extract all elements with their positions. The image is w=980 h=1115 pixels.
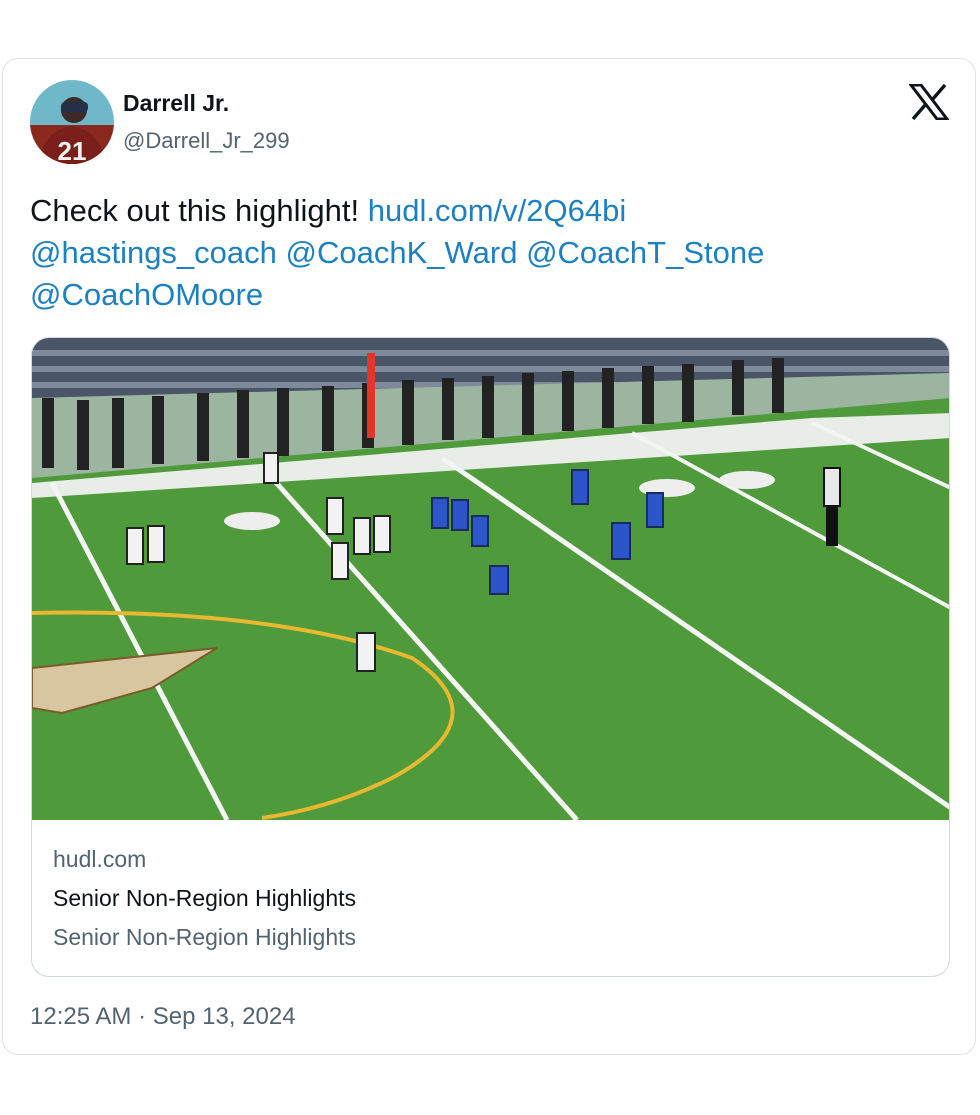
link-preview-card[interactable]: hudl.com Senior Non-Region Highlights Se… bbox=[31, 337, 950, 977]
timestamp-separator: · bbox=[138, 1003, 147, 1030]
mention-link[interactable]: @CoachOMoore bbox=[30, 277, 263, 312]
tweet-text: Check out this highlight! hudl.com/v/2Q6… bbox=[30, 190, 950, 316]
author-handle[interactable]: @Darrell_Jr_299 bbox=[123, 128, 290, 154]
tweet-time: 12:25 AM bbox=[30, 1003, 132, 1030]
mention-link[interactable]: @CoachK_Ward bbox=[286, 235, 518, 270]
mention-link[interactable]: @hastings_coach bbox=[30, 235, 277, 270]
link-domain: hudl.com bbox=[53, 846, 147, 872]
link-description: Senior Non-Region Highlights bbox=[53, 924, 356, 950]
avatar[interactable]: 21 bbox=[30, 80, 114, 164]
tweet-link[interactable]: hudl.com/v/2Q64bi bbox=[368, 193, 626, 228]
x-logo-icon[interactable] bbox=[907, 83, 951, 121]
tweet-timestamp[interactable]: 12:25 AM · Sep 13, 2024 bbox=[30, 1003, 296, 1031]
football-field-image[interactable] bbox=[32, 338, 950, 820]
tweet-body: Check out this highlight! bbox=[30, 193, 360, 228]
tweet-date: Sep 13, 2024 bbox=[152, 1003, 296, 1030]
mention-link[interactable]: @CoachT_Stone bbox=[526, 235, 764, 270]
link-title: Senior Non-Region Highlights bbox=[53, 885, 356, 911]
author-name[interactable]: Darrell Jr. bbox=[123, 90, 229, 117]
avatar-jersey-number: 21 bbox=[58, 136, 87, 164]
